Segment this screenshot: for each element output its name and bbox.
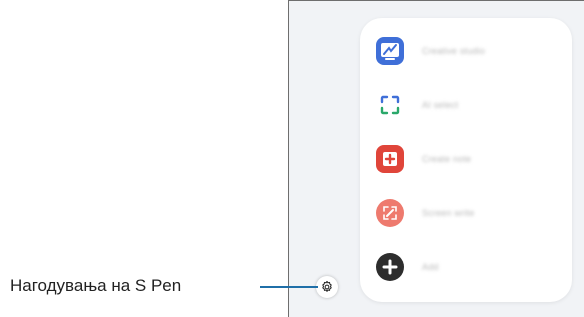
create-note-icon xyxy=(376,145,404,173)
screen-write-icon xyxy=(376,199,404,227)
menu-item-add[interactable]: Add xyxy=(376,250,439,284)
menu-item-label: Creative studio xyxy=(422,46,486,56)
menu-item-label: AI select xyxy=(422,100,459,110)
menu-item-label: Create note xyxy=(422,154,472,164)
callout-label: Нагодувања на S Pen xyxy=(10,276,182,295)
menu-item-creative-studio[interactable]: Creative studio xyxy=(376,34,485,68)
menu-item-screen-write[interactable]: Screen write xyxy=(376,196,474,230)
callout-line xyxy=(260,286,318,288)
creative-studio-icon xyxy=(376,37,404,65)
air-command-panel: Creative studio AI select Create note Sc… xyxy=(360,18,572,302)
menu-item-create-note[interactable]: Create note xyxy=(376,142,471,176)
ai-select-icon xyxy=(376,91,404,119)
stage: Creative studio AI select Create note Sc… xyxy=(0,0,584,317)
menu-item-label: Screen write xyxy=(422,208,475,218)
s-pen-settings-button[interactable] xyxy=(316,276,338,298)
gear-icon xyxy=(322,280,332,292)
menu-item-ai-select[interactable]: AI select xyxy=(376,88,458,122)
menu-item-label: Add xyxy=(422,262,439,272)
add-icon xyxy=(376,253,404,281)
